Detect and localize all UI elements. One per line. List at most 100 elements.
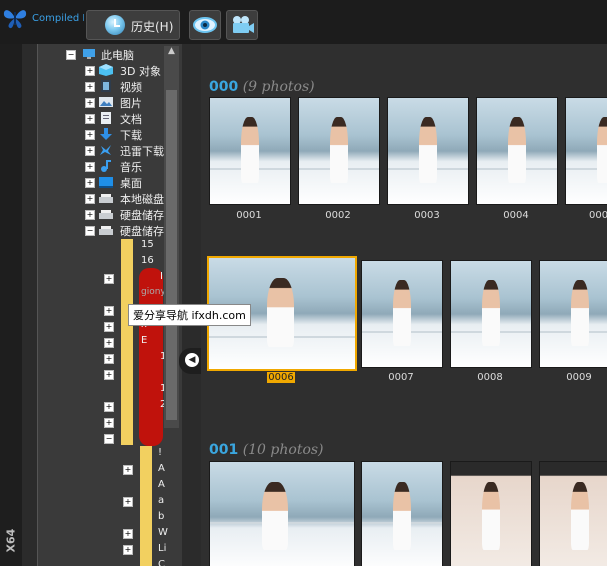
tree-node-drive-2[interactable]: − 硬盘储存 <box>38 223 182 238</box>
photo-thumbnail[interactable] <box>539 461 607 566</box>
collapse-panel-button[interactable]: ◀ <box>179 348 201 374</box>
tree-node-label: 3D 对象 <box>120 65 161 78</box>
photo-caption: 0003 <box>414 210 440 221</box>
subfolder-label[interactable]: 16 <box>141 255 154 266</box>
expand-icon[interactable]: + <box>85 146 95 156</box>
photo-thumbnail[interactable] <box>209 461 355 566</box>
subfolder-label[interactable]: ! <box>158 447 162 458</box>
photo-thumbnail[interactable] <box>298 97 380 205</box>
expand-icon[interactable]: + <box>123 465 133 475</box>
tree-scroll-thumb[interactable] <box>166 90 177 420</box>
expand-icon[interactable]: + <box>85 66 95 76</box>
tree-node-label: 视频 <box>120 81 142 94</box>
photo-thumbnail[interactable] <box>361 461 443 566</box>
document-icon <box>101 112 111 124</box>
expand-icon[interactable]: + <box>104 306 114 316</box>
tree-node-music[interactable]: + 音乐 <box>38 159 182 174</box>
subfolder-label[interactable]: W <box>158 527 168 538</box>
eye-button[interactable] <box>189 10 221 40</box>
chevron-left-icon: ◀ <box>185 353 199 367</box>
photo-caption: 0008 <box>477 372 503 383</box>
tree-node-desktop[interactable]: + 桌面 <box>38 175 182 190</box>
subfolder-label[interactable]: I <box>160 271 163 282</box>
photo-caption-selected: 0006 <box>267 372 295 383</box>
clock-icon <box>105 15 125 35</box>
expand-icon[interactable]: + <box>104 274 114 284</box>
expand-icon[interactable]: + <box>85 210 95 220</box>
expand-icon[interactable]: + <box>104 418 114 428</box>
history-button[interactable]: 历史(H) <box>86 10 180 40</box>
compiled-date-text: Compiled Da <box>32 13 84 24</box>
folder-icon-column <box>140 446 152 566</box>
expand-icon[interactable]: + <box>85 130 95 140</box>
expand-icon[interactable]: + <box>104 338 114 348</box>
folder-icon-column <box>121 239 133 445</box>
camera-icon <box>233 16 254 33</box>
group-number: 001 <box>209 442 239 458</box>
expand-icon[interactable]: + <box>104 370 114 380</box>
photo-thumbnail[interactable] <box>450 461 532 566</box>
subfolder-label[interactable]: Li <box>158 543 166 554</box>
tree-node-videos[interactable]: + 视频 <box>38 79 182 94</box>
subfolder-label[interactable]: a <box>158 495 164 506</box>
collapse-icon[interactable]: − <box>104 434 114 444</box>
tree-node-label: 下载 <box>120 129 142 142</box>
expand-icon[interactable]: + <box>123 545 133 555</box>
tree-node-documents[interactable]: + 文档 <box>38 111 182 126</box>
tree-node-3d-objects[interactable]: + 3D 对象 <box>38 63 182 78</box>
photo-thumbnail[interactable] <box>209 97 291 205</box>
expand-icon[interactable]: + <box>85 82 95 92</box>
tree-node-label: 图片 <box>120 97 142 110</box>
video-icon <box>101 80 111 92</box>
expand-icon[interactable]: + <box>104 354 114 364</box>
tree-node-this-pc[interactable]: − 此电脑 <box>38 47 182 62</box>
camera-button[interactable] <box>226 10 258 40</box>
download-icon <box>100 128 112 140</box>
butterfly-logo-icon <box>2 6 28 30</box>
tree-node-label: 硬盘储存 <box>120 225 164 238</box>
thunder-icon <box>100 145 111 155</box>
drive-icon <box>99 226 113 235</box>
collapse-icon[interactable]: − <box>66 50 76 60</box>
photo-thumbnail[interactable] <box>476 97 558 205</box>
photo-thumbnail[interactable] <box>387 97 469 205</box>
computer-icon <box>83 49 95 59</box>
tree-node-drive-1[interactable]: + 硬盘储存 <box>38 207 182 222</box>
expand-icon[interactable]: + <box>85 162 95 172</box>
scroll-up-arrow-icon[interactable]: ▲ <box>165 46 178 58</box>
subfolder-label[interactable]: A <box>158 479 165 490</box>
tree-node-label: 桌面 <box>120 177 142 190</box>
tree-node-pictures[interactable]: + 图片 <box>38 95 182 110</box>
tree-node-thunder-downloads[interactable]: + 迅雷下载 <box>38 143 182 158</box>
tree-node-local-disk[interactable]: + 本地磁盘 <box>38 191 182 206</box>
expand-icon[interactable]: + <box>123 497 133 507</box>
subfolder-label[interactable]: A <box>158 463 165 474</box>
expand-icon[interactable]: + <box>85 114 95 124</box>
group-count: (10 photos) <box>242 442 324 458</box>
photo-caption: 000 <box>589 210 607 221</box>
expand-icon[interactable]: + <box>104 402 114 412</box>
subfolder-label[interactable]: E <box>141 335 147 346</box>
tree-node-label: 本地磁盘 <box>120 193 164 206</box>
tree-node-label: 此电脑 <box>101 49 134 62</box>
photo-thumbnail[interactable] <box>565 97 607 205</box>
drive-icon <box>99 210 113 219</box>
photo-thumbnail[interactable] <box>450 260 532 368</box>
eye-icon <box>193 17 217 33</box>
photo-thumbnail[interactable] <box>539 260 607 368</box>
tree-node-downloads[interactable]: + 下载 <box>38 127 182 142</box>
subfolder-label[interactable]: C <box>158 559 165 566</box>
expand-icon[interactable]: + <box>104 322 114 332</box>
expand-icon[interactable]: + <box>85 98 95 108</box>
expand-icon[interactable]: + <box>85 178 95 188</box>
photo-caption: 0007 <box>388 372 414 383</box>
subfolder-label[interactable]: b <box>158 511 164 522</box>
tree-node-label: 音乐 <box>120 161 142 174</box>
expand-icon[interactable]: + <box>85 194 95 204</box>
group-header-000: 000 (9 photos) <box>209 79 315 95</box>
subfolder-label[interactable]: giony <box>141 287 166 297</box>
expand-icon[interactable]: + <box>123 529 133 539</box>
photo-thumbnail[interactable] <box>361 260 443 368</box>
subfolder-label[interactable]: 15 <box>141 239 154 250</box>
collapse-icon[interactable]: − <box>85 226 95 236</box>
